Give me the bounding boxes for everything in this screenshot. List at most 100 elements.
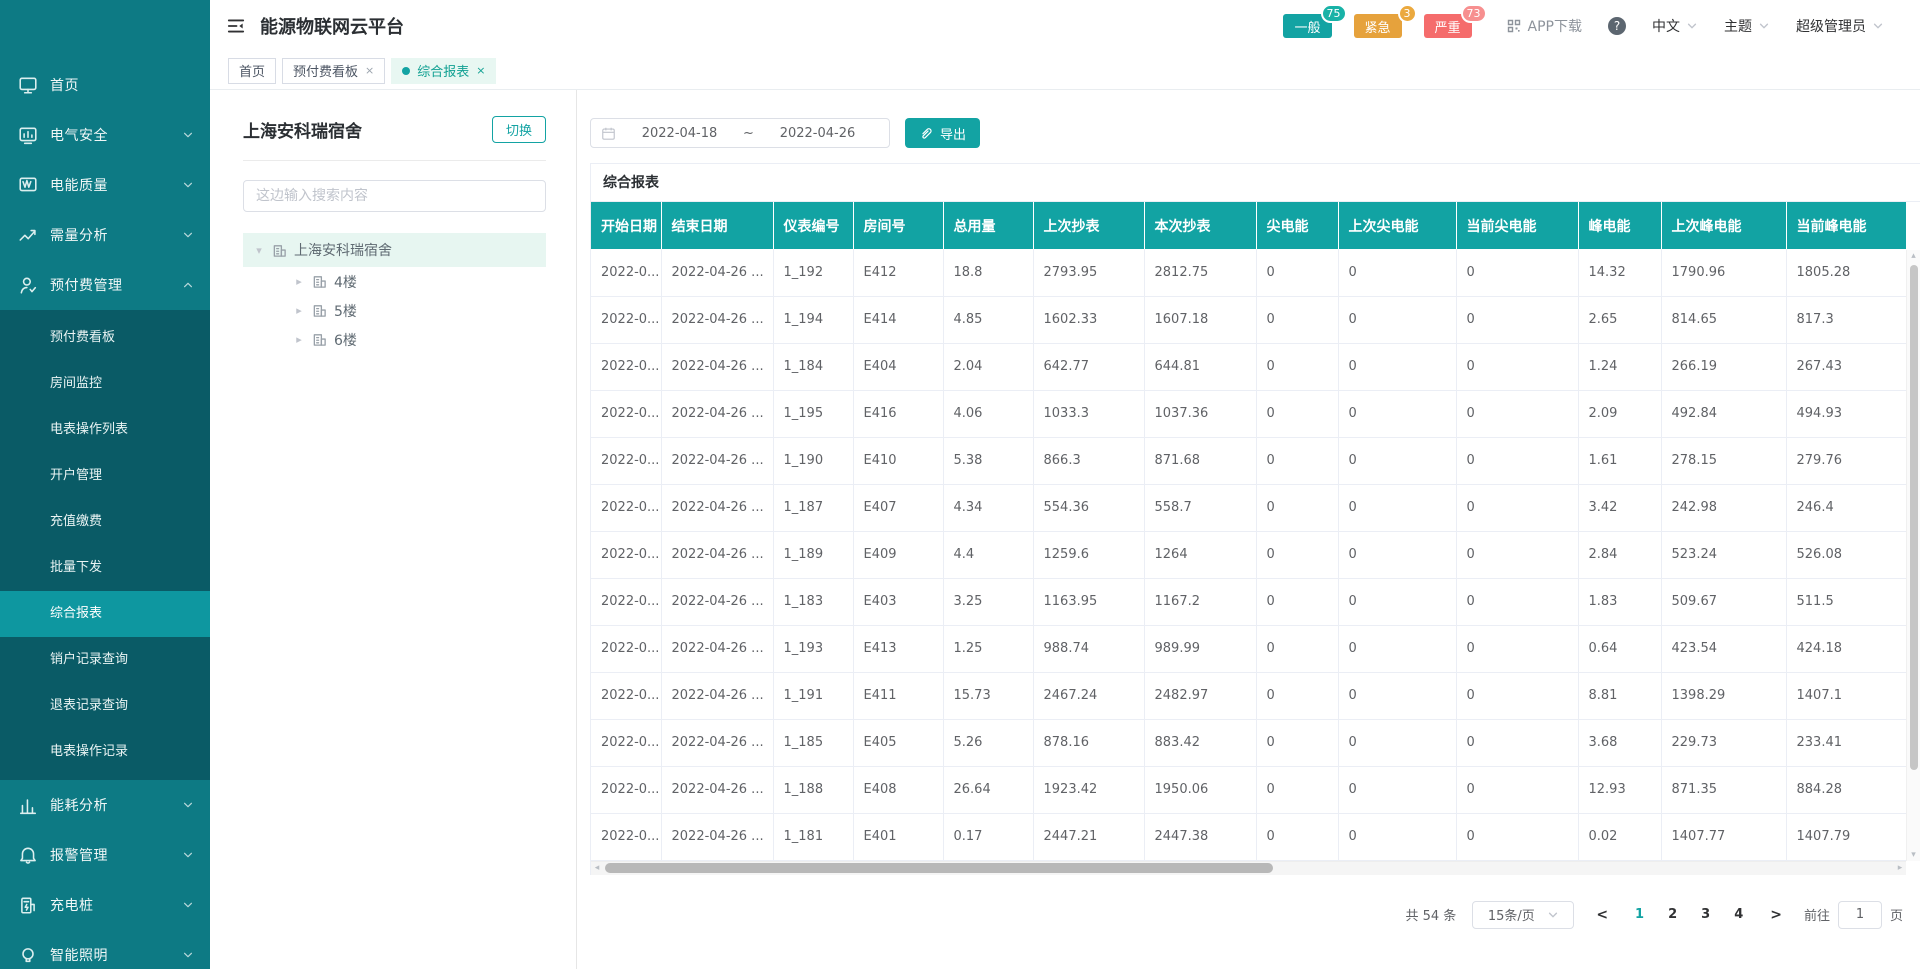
- scroll-right-icon[interactable]: ▸: [1894, 863, 1906, 873]
- sidebar-item-smart-lighting[interactable]: 智能照明: [0, 930, 210, 969]
- tree-search-input[interactable]: [243, 180, 546, 212]
- prev-page-button[interactable]: <: [1590, 907, 1614, 923]
- sidebar-subitem-account-open[interactable]: 开户管理: [0, 453, 210, 499]
- theme-selector[interactable]: 主题: [1724, 16, 1770, 36]
- sidebar-item-alarm-mgmt[interactable]: 报警管理: [0, 830, 210, 880]
- table-row[interactable]: 2022-0...2022-04-26 ...1_194E4144.851602…: [591, 296, 1906, 343]
- date-range-picker[interactable]: 2022-04-18 ~ 2022-04-26: [590, 118, 890, 148]
- tree-panel-header: 上海安科瑞宿舍 切换: [243, 116, 546, 143]
- sidebar-item-charging-pile[interactable]: 充电桩: [0, 880, 210, 930]
- sidebar-subitem-meter-return[interactable]: 退表记录查询: [0, 683, 210, 729]
- table-row[interactable]: 2022-0...2022-04-26 ...1_184E4042.04642.…: [591, 343, 1906, 390]
- page-number-1[interactable]: 1: [1630, 907, 1649, 922]
- tab-close-icon[interactable]: ×: [365, 64, 374, 77]
- charger-icon: [18, 895, 38, 915]
- sidebar-subitem-summary-report[interactable]: 综合报表: [0, 591, 210, 637]
- site-tree: ▾上海安科瑞宿舍 ▸ 4楼 ▸5楼▸6楼: [243, 233, 546, 354]
- table-row[interactable]: 2022-0...2022-04-26 ...1_189E4094.41259.…: [591, 531, 1906, 578]
- alarm-badge-button-urgent[interactable]: 紧急: [1354, 14, 1402, 38]
- horizontal-scrollbar[interactable]: ◂ ▸: [591, 861, 1906, 875]
- scroll-up-icon[interactable]: ▴: [1911, 250, 1916, 262]
- page-number-3[interactable]: 3: [1696, 907, 1715, 922]
- table-row[interactable]: 2022-0...2022-04-26 ...1_188E40826.64192…: [591, 766, 1906, 813]
- caret-right-icon[interactable]: ▸: [293, 333, 305, 346]
- date-end-value[interactable]: 2022-04-26: [756, 126, 879, 141]
- sidebar-subitem-prepaid-board[interactable]: 预付费看板: [0, 315, 210, 361]
- sidebar-item-label: 智能照明: [50, 945, 182, 965]
- sidebar-subitem-meter-op-list[interactable]: 电表操作列表: [0, 407, 210, 453]
- date-start-value[interactable]: 2022-04-18: [618, 126, 741, 141]
- language-selector[interactable]: 中文: [1652, 16, 1698, 36]
- user-menu[interactable]: 超级管理员: [1796, 16, 1884, 36]
- tab-home[interactable]: 首页: [228, 58, 276, 84]
- table-row[interactable]: 2022-0...2022-04-26 ...1_185E4055.26878.…: [591, 719, 1906, 766]
- page-number-2[interactable]: 2: [1663, 907, 1682, 922]
- table-cell: 0: [1456, 813, 1578, 860]
- table-row[interactable]: 2022-0...2022-04-26 ...1_190E4105.38866.…: [591, 437, 1906, 484]
- tab-close-icon[interactable]: ×: [476, 64, 485, 77]
- sidebar-subitem-recharge[interactable]: 充值缴费: [0, 499, 210, 545]
- table-row[interactable]: 2022-0...2022-04-26 ...1_193E4131.25988.…: [591, 625, 1906, 672]
- help-icon[interactable]: ?: [1608, 17, 1626, 35]
- caret-right-icon[interactable]: ▸: [293, 275, 305, 288]
- sidebar-item-label: 电能质量: [50, 175, 182, 195]
- column-header: 当前峰电能: [1786, 202, 1906, 249]
- collapse-menu-icon[interactable]: [226, 16, 246, 36]
- table-cell: 424.18: [1786, 625, 1906, 672]
- scroll-down-icon[interactable]: ▾: [1911, 849, 1916, 861]
- tree-node-root[interactable]: ▾上海安科瑞宿舍: [243, 233, 546, 267]
- table-cell: 2.65: [1578, 296, 1661, 343]
- table-row[interactable]: 2022-0...2022-04-26 ...1_191E41115.73246…: [591, 672, 1906, 719]
- table-cell: 642.77: [1033, 343, 1144, 390]
- sidebar-subitem-account-close[interactable]: 销户记录查询: [0, 637, 210, 683]
- table-cell: 0: [1456, 578, 1578, 625]
- tree-node-floor-4[interactable]: ▸ 4楼: [243, 267, 546, 296]
- caret-down-icon[interactable]: ▾: [253, 244, 265, 257]
- table-cell: 817.3: [1786, 296, 1906, 343]
- table-row[interactable]: 2022-0...2022-04-26 ...1_181E4010.172447…: [591, 813, 1906, 860]
- export-button[interactable]: 导出: [905, 118, 980, 148]
- horizontal-scrollbar-thumb[interactable]: [605, 863, 1273, 873]
- vertical-scrollbar[interactable]: ▴ ▾: [1906, 250, 1920, 861]
- table-row[interactable]: 2022-0...2022-04-26 ...1_195E4164.061033…: [591, 390, 1906, 437]
- chevron-up-icon: [182, 279, 194, 291]
- sidebar-item-energy-analysis[interactable]: 能耗分析: [0, 780, 210, 830]
- column-header: 尖电能: [1256, 202, 1338, 249]
- scroll-left-icon[interactable]: ◂: [591, 863, 603, 873]
- table-cell: 3.42: [1578, 484, 1661, 531]
- next-page-button[interactable]: >: [1764, 907, 1788, 923]
- sidebar-subitem-room-monitor[interactable]: 房间监控: [0, 361, 210, 407]
- tree-node-floor-5[interactable]: ▸5楼: [243, 296, 546, 325]
- table-cell: 2022-0...: [591, 484, 661, 531]
- table-cell: E413: [853, 625, 943, 672]
- column-header: 上次抄表: [1033, 202, 1144, 249]
- page-size-select[interactable]: 15条/页: [1472, 901, 1574, 929]
- sidebar-subitem-batch-send[interactable]: 批量下发: [0, 545, 210, 591]
- tree-node-label: 4楼: [334, 272, 357, 292]
- tab-label: 综合报表: [417, 61, 469, 80]
- sidebar-item-power-quality[interactable]: 电能质量: [0, 160, 210, 210]
- table-row[interactable]: 2022-0...2022-04-26 ...1_192E41218.82793…: [591, 249, 1906, 296]
- pagination: 共 54 条 15条/页 < 1234 > 前往 页: [590, 901, 1905, 929]
- table-cell: 1_188: [773, 766, 853, 813]
- tab-report[interactable]: 综合报表 ×: [391, 58, 496, 84]
- vertical-scrollbar-thumb[interactable]: [1910, 265, 1918, 770]
- sidebar-item-demand-analysis[interactable]: 需量分析: [0, 210, 210, 260]
- table-cell: 1163.95: [1033, 578, 1144, 625]
- tab-prepaid-board[interactable]: 预付费看板×: [282, 58, 385, 84]
- sidebar-subitem-meter-op-record[interactable]: 电表操作记录: [0, 729, 210, 775]
- caret-right-icon[interactable]: ▸: [293, 304, 305, 317]
- table-row[interactable]: 2022-0...2022-04-26 ...1_187E4074.34554.…: [591, 484, 1906, 531]
- table-row[interactable]: 2022-0...2022-04-26 ...1_183E4033.251163…: [591, 578, 1906, 625]
- table-cell: 0: [1256, 484, 1338, 531]
- page-number-4[interactable]: 4: [1729, 907, 1748, 922]
- sidebar-item-prepaid-mgmt[interactable]: 预付费管理: [0, 260, 210, 310]
- table-cell: 1_185: [773, 719, 853, 766]
- switch-site-button[interactable]: 切换: [492, 116, 546, 143]
- app-download-link[interactable]: APP下载: [1506, 16, 1582, 36]
- sidebar-item-home[interactable]: 首页: [0, 60, 210, 110]
- table-cell: 1_192: [773, 249, 853, 296]
- sidebar-item-electric-safety[interactable]: 电气安全: [0, 110, 210, 160]
- goto-page-input[interactable]: [1838, 901, 1882, 929]
- tree-node-floor-6[interactable]: ▸6楼: [243, 325, 546, 354]
